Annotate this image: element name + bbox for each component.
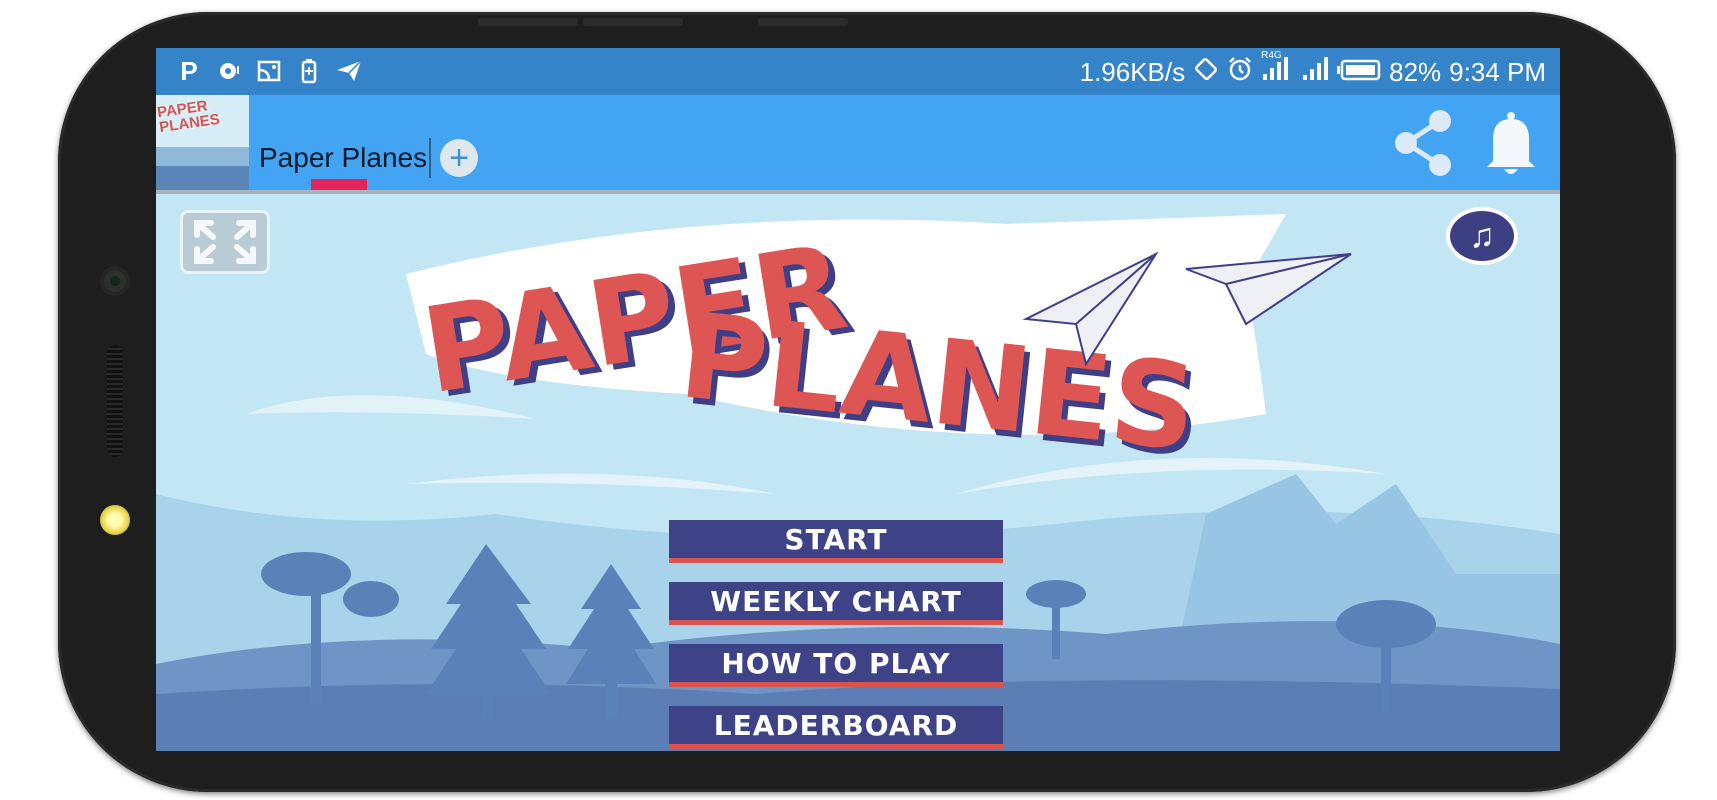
phone-screen: P 1.96KB/s R4G 82% 9:34 PM PAPER PLANES …	[156, 48, 1560, 751]
tab-paper-planes[interactable]: Paper Planes	[259, 142, 427, 174]
network-speed: 1.96KB/s	[1079, 57, 1186, 87]
game-canvas[interactable]: ♫ PAPER PAPER PLANES PLANES START WEEKLY…	[156, 194, 1560, 751]
weekly-chart-button[interactable]: WEEKLY CHART	[669, 582, 1003, 625]
network-tag: R4G	[1261, 50, 1282, 61]
phone-power-button	[758, 18, 848, 26]
battery-percent: 82%	[1389, 57, 1442, 87]
share-button[interactable]	[1388, 107, 1458, 179]
start-button[interactable]: START	[669, 520, 1003, 563]
sync-icon	[216, 58, 242, 84]
battery-saver-icon	[296, 58, 322, 84]
front-camera	[104, 270, 126, 292]
status-bar: P 1.96KB/s R4G 82% 9:34 PM	[156, 48, 1560, 95]
phone-volume-button	[478, 18, 578, 26]
front-flash	[100, 505, 130, 535]
cast-icon	[256, 58, 282, 84]
how-to-play-button[interactable]: HOW TO PLAY	[669, 644, 1003, 687]
bell-icon	[1487, 112, 1535, 174]
earpiece-speaker	[107, 345, 123, 457]
battery-icon	[1337, 57, 1381, 88]
telegram-icon	[336, 58, 362, 84]
alarm-icon	[1227, 56, 1253, 89]
game-thumbnail[interactable]: PAPER PLANES	[156, 95, 249, 190]
fullscreen-button[interactable]	[180, 210, 270, 274]
app-bar: PAPER PLANES Paper Planes +	[156, 95, 1560, 194]
expand-arrows-icon	[194, 220, 256, 264]
signal-r4g-icon: R4G	[1261, 50, 1293, 89]
plus-icon: +	[449, 139, 469, 177]
clock: 9:34 PM	[1449, 57, 1546, 87]
leaderboard-button[interactable]: LEADERBOARD	[669, 706, 1003, 749]
phone-volume-button	[583, 18, 683, 26]
active-tab-indicator	[311, 179, 367, 190]
notifications-button[interactable]	[1483, 111, 1539, 179]
rotate-icon	[1193, 56, 1219, 89]
tab-divider	[429, 138, 431, 178]
signal-icon	[1301, 56, 1329, 89]
game-logo: PAPER PAPER PLANES PLANES	[406, 214, 1352, 464]
share-icon	[1395, 110, 1451, 176]
p-app-icon: P	[180, 55, 198, 86]
thumbnail-title: PAPER PLANES	[156, 97, 221, 137]
add-tab-button[interactable]: +	[440, 139, 478, 177]
